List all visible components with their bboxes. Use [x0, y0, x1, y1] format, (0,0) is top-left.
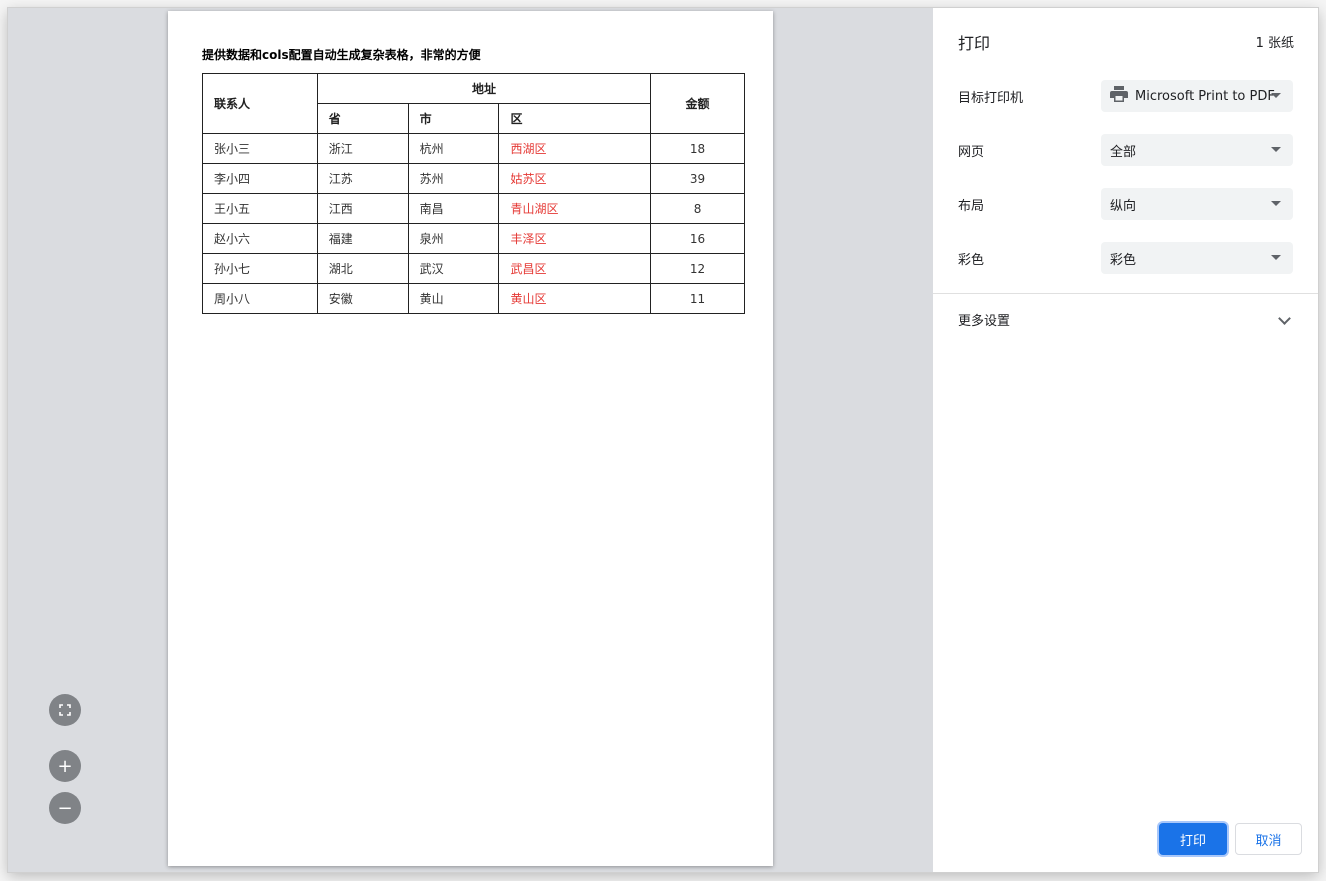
color-label: 彩色	[958, 253, 985, 268]
cell-amount: 39	[650, 163, 745, 194]
cell-city: 苏州	[407, 163, 500, 194]
cell-contact: 张小三	[202, 133, 318, 164]
document-title: 提供数据和cols配置自动生成复杂表格，非常的方便	[202, 48, 481, 62]
pages-label: 网页	[958, 145, 985, 160]
print-settings-panel: 打印 1 张纸 目标打印机 Microsoft Print to PDF 网页 …	[933, 8, 1318, 872]
preview-page: 提供数据和cols配置自动生成复杂表格，非常的方便 联系人 地址 金额 省 市 …	[168, 11, 773, 866]
header-amount: 金额	[650, 73, 745, 134]
dropdown-arrow-icon	[1271, 201, 1281, 206]
cell-city: 武汉	[407, 253, 500, 284]
cell-contact: 李小四	[202, 163, 318, 194]
table-row: 王小五 江西 南昌 青山湖区 8	[202, 193, 745, 224]
cell-amount: 18	[650, 133, 745, 164]
print-preview-area: 提供数据和cols配置自动生成复杂表格，非常的方便 联系人 地址 金额 省 市 …	[8, 8, 933, 872]
print-button[interactable]: 打印	[1159, 823, 1227, 855]
cell-province: 湖北	[316, 253, 409, 284]
cell-contact: 孙小七	[202, 253, 318, 284]
cell-province: 福建	[316, 223, 409, 254]
zoom-out-icon: −	[57, 797, 73, 819]
cell-district: 丰泽区	[498, 223, 652, 254]
cell-district: 黄山区	[498, 283, 652, 314]
color-value: 彩色	[1110, 252, 1137, 268]
cell-district: 西湖区	[498, 133, 652, 164]
more-settings-toggle[interactable]: 更多设置	[958, 310, 1010, 329]
cell-district: 武昌区	[498, 253, 652, 284]
table-row: 张小三 浙江 杭州 西湖区 18	[202, 133, 745, 164]
header-district: 区	[498, 103, 652, 134]
destination-value: Microsoft Print to PDF	[1135, 88, 1275, 104]
zoom-out-button[interactable]: −	[49, 792, 81, 824]
cell-district: 青山湖区	[498, 193, 652, 224]
fit-to-page-icon	[59, 700, 71, 721]
layout-select[interactable]: 纵向	[1101, 188, 1293, 220]
destination-select[interactable]: Microsoft Print to PDF	[1101, 80, 1293, 112]
cell-province: 江西	[316, 193, 409, 224]
print-dialog: 提供数据和cols配置自动生成复杂表格，非常的方便 联系人 地址 金额 省 市 …	[8, 8, 1318, 872]
zoom-in-button[interactable]: +	[49, 750, 81, 782]
header-province: 省	[316, 103, 409, 134]
cell-district: 姑苏区	[498, 163, 652, 194]
fit-to-page-button[interactable]	[49, 694, 81, 726]
cell-province: 浙江	[316, 133, 409, 164]
cell-city: 杭州	[407, 133, 500, 164]
cell-amount: 8	[650, 193, 745, 224]
layout-value: 纵向	[1110, 198, 1137, 214]
dialog-title: 打印	[958, 34, 991, 53]
cell-amount: 16	[650, 223, 745, 254]
cell-city: 南昌	[407, 193, 500, 224]
printer-icon	[1110, 86, 1128, 106]
cell-amount: 11	[650, 283, 745, 314]
dropdown-arrow-icon	[1271, 255, 1281, 260]
chevron-down-icon[interactable]	[1278, 312, 1291, 325]
data-table: 联系人 地址 金额 省 市 区 张小三 浙江 杭州 西湖区 18 李小四 江苏 …	[202, 73, 745, 314]
table-row: 赵小六 福建 泉州 丰泽区 16	[202, 223, 745, 254]
cell-province: 江苏	[316, 163, 409, 194]
layout-label: 布局	[958, 199, 985, 214]
header-address: 地址	[316, 73, 652, 104]
zoom-in-icon: +	[57, 755, 73, 777]
cell-contact: 王小五	[202, 193, 318, 224]
header-contact: 联系人	[202, 73, 318, 134]
pages-value: 全部	[1110, 144, 1137, 160]
dropdown-arrow-icon	[1271, 93, 1281, 98]
cell-city: 泉州	[407, 223, 500, 254]
cancel-button[interactable]: 取消	[1235, 823, 1302, 855]
destination-label: 目标打印机	[958, 91, 1024, 106]
table-row: 周小八 安徽 黄山 黄山区 11	[202, 283, 745, 314]
color-select[interactable]: 彩色	[1101, 242, 1293, 274]
table-header-row: 联系人 地址 金额	[202, 73, 745, 134]
dropdown-arrow-icon	[1271, 147, 1281, 152]
cell-contact: 周小八	[202, 283, 318, 314]
header-city: 市	[407, 103, 500, 134]
sheet-count: 1 张纸	[1255, 36, 1294, 51]
cell-city: 黄山	[407, 283, 500, 314]
cell-amount: 12	[650, 253, 745, 284]
cell-contact: 赵小六	[202, 223, 318, 254]
table-row: 李小四 江苏 苏州 姑苏区 39	[202, 163, 745, 194]
settings-divider	[933, 293, 1318, 294]
cell-province: 安徽	[316, 283, 409, 314]
table-row: 孙小七 湖北 武汉 武昌区 12	[202, 253, 745, 284]
pages-select[interactable]: 全部	[1101, 134, 1293, 166]
